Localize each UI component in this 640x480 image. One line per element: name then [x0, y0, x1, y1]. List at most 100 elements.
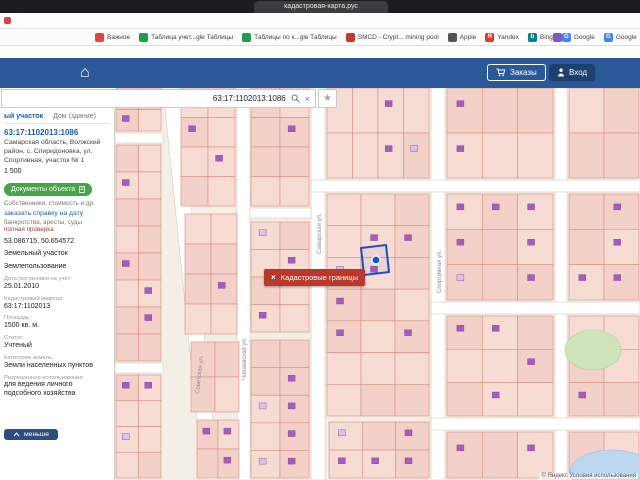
park-area — [564, 329, 622, 371]
tab-parcel[interactable]: ый участок — [4, 113, 43, 120]
field-value: 63:17:1102013 — [4, 302, 51, 310]
order-report-link[interactable]: заказать справку на дату — [4, 210, 110, 217]
cart-icon — [496, 68, 506, 77]
parcel-block[interactable] — [115, 144, 162, 362]
bookmark-label: Yandex — [497, 33, 519, 41]
bookmark-item[interactable]: G Google — [561, 32, 595, 42]
bookmark-label: Важное — [107, 33, 131, 41]
field-value: 25.01.2010 — [4, 282, 40, 290]
field-value: Земли населенных пунктов — [4, 361, 94, 369]
object-value: 1 500 — [4, 168, 22, 176]
parcel-block[interactable] — [446, 315, 554, 417]
bookmark-favicon-icon: G — [561, 32, 571, 42]
browser-tab[interactable]: кадастровая-карта.рус — [254, 1, 388, 13]
login-button[interactable]: Вход — [549, 64, 596, 81]
field-label: Разрешенное использование: — [4, 374, 85, 381]
collapse-button[interactable]: меньше — [4, 429, 58, 440]
login-label: Вход — [569, 68, 588, 77]
object-field: Земельный участок — [4, 250, 110, 259]
object-field: Площадь: 1500 кв. м. — [4, 315, 110, 331]
object-tabs: ый участок Дом (здание) — [4, 113, 110, 124]
bookmark-item[interactable]: Таблица учет...gle Таблицы — [139, 32, 234, 42]
bookmark-item[interactable]: Важное — [95, 32, 131, 42]
map-container[interactable]: Советская ул. Чапаевская ул. Самарская ул.… — [115, 88, 640, 480]
street — [430, 301, 640, 315]
chevron-up-icon — [13, 432, 20, 437]
street — [115, 362, 164, 374]
bookmark-item[interactable]: SMCD - Crypt... mining pool — [345, 32, 439, 42]
field-label: Категория земель: — [4, 354, 54, 361]
bookmark-favicon-icon: Я — [485, 32, 495, 42]
bookmark-item[interactable]: b Bing — [527, 32, 553, 42]
parcel-block[interactable] — [568, 193, 640, 301]
field-value: Учтеный — [4, 342, 32, 350]
street — [310, 179, 640, 193]
clear-search-icon[interactable]: × — [305, 94, 310, 104]
search-icon[interactable] — [291, 94, 300, 103]
parcel-block[interactable] — [446, 193, 554, 301]
bookmark-item[interactable]: G Google — [603, 32, 637, 42]
parcel-block[interactable] — [328, 421, 430, 479]
bookmarks-bar: Важное Таблица учет...gle Таблицы Таблицы … — [0, 29, 640, 46]
bookmark-label: Google — [573, 33, 595, 41]
documents-button-label: Документы объекта — [11, 186, 76, 194]
field-value: Земельный участок — [4, 250, 68, 258]
bookmark-favicon-icon — [139, 32, 149, 42]
cadastral-number-link[interactable]: 63:17:1102013:1086 — [4, 128, 110, 137]
object-field: Категория земель: Земли населенных пункто… — [4, 355, 110, 371]
bookmark-item[interactable]: Я Yandex — [485, 32, 519, 42]
parcel-block[interactable] — [115, 374, 162, 479]
street — [249, 207, 312, 219]
search-input[interactable] — [7, 94, 286, 103]
documents-note: Собственники, стоимость и др. — [4, 200, 95, 208]
map-svg[interactable]: Советская ул. Чапаевская ул.Самарская ул.… — [115, 88, 640, 480]
bookmark-label: Таблица учет...gle Таблицы — [151, 33, 234, 41]
orders-button[interactable]: Заказы — [487, 64, 546, 81]
object-field: Дата постановки на учёт: 25.01.2010 — [4, 276, 110, 292]
object-documents-button[interactable]: Документы объекта — [4, 183, 93, 197]
map-attribution[interactable]: © Яндекс Условия использования — [539, 473, 638, 479]
street-label: Спортивная ул. — [437, 250, 443, 293]
parcel-block[interactable] — [326, 88, 430, 179]
document-icon — [79, 186, 86, 194]
street — [115, 132, 164, 144]
parcel-block[interactable] — [446, 88, 554, 179]
field-label: Дата постановки на учёт: — [4, 275, 72, 282]
orders-label: Заказы — [510, 68, 537, 77]
parcel-block[interactable] — [250, 339, 310, 479]
bookmark-label: Apple — [459, 33, 477, 41]
parcel-block[interactable] — [446, 431, 554, 479]
cadastral-borders-label: Кадастровые границы — [280, 273, 359, 282]
bookmark-favicon-icon: b — [527, 32, 537, 42]
close-icon[interactable]: × — [271, 273, 276, 282]
object-fields: Земельный участок Землепользование Дата по… — [4, 250, 110, 398]
parcel-block[interactable] — [568, 88, 640, 179]
street — [430, 417, 640, 431]
screen: кадастровая-карта.рус Важное Таблица учет… — [0, 0, 640, 480]
bookmark-item[interactable]: Таблицы по к...gle Таблицы — [242, 32, 337, 42]
field-label: Статус: — [4, 335, 24, 342]
field-value: для ведения личного подсобного хозяйства — [4, 381, 76, 398]
bookmark-label: Bing — [539, 33, 553, 41]
bookmark-label: Google — [615, 33, 637, 41]
field-value: Землепользование — [4, 263, 67, 271]
street-label: Самарская ул. — [317, 213, 323, 254]
favorite-star-icon[interactable]: ★ — [318, 89, 337, 108]
object-field: Разрешенное использование: для ведения ли… — [4, 375, 110, 399]
bookmark-favicon-icon — [447, 32, 457, 42]
person-icon — [558, 68, 564, 77]
search-bar: × — [1, 89, 316, 108]
check-line-2: полная проверка — [4, 226, 54, 234]
parcel-block[interactable] — [196, 419, 240, 479]
extension-icon[interactable] — [553, 33, 562, 42]
tab-house[interactable]: Дом (здание) — [53, 113, 96, 120]
check-line-1: банкротства, аресты, суды — [4, 219, 83, 227]
home-icon[interactable]: ⌂ — [80, 62, 90, 84]
object-coordinates: 53.086715, 50.654572 — [4, 238, 75, 246]
cadastral-borders-button[interactable]: × Кадастровые границы — [264, 269, 366, 286]
parcel-block[interactable] — [184, 213, 238, 335]
bookmark-item[interactable]: Apple — [447, 32, 477, 42]
parcel-block[interactable] — [326, 193, 430, 417]
selected-parcel-marker — [371, 255, 381, 265]
object-address: Самарская область, Волжский район, с. Сп… — [4, 139, 101, 164]
